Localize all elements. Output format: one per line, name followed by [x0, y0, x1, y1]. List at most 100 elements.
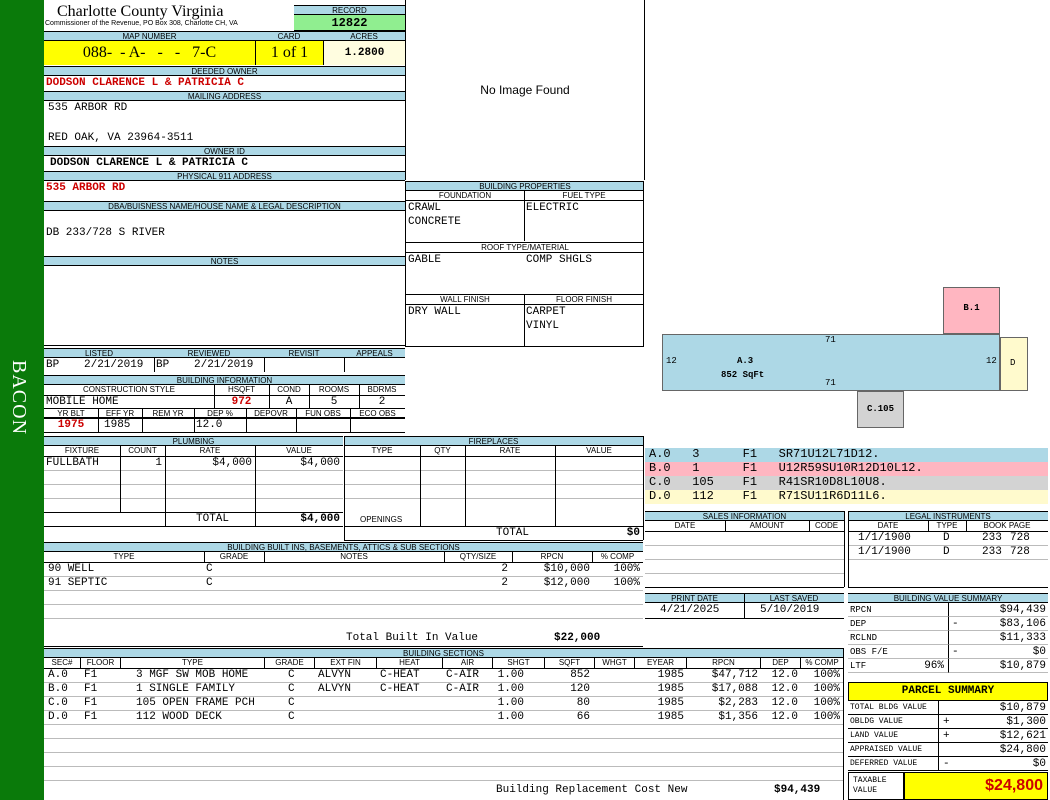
value-summary-value: $11,333 — [999, 632, 1046, 644]
sections-cell-sec: D.0 — [48, 711, 68, 723]
building-sections-header: BUILDING SECTIONS — [44, 648, 843, 658]
segment-num: 112 — [692, 489, 714, 503]
reviewed-code: BP — [156, 359, 170, 371]
floor-finish-2: VINYL — [526, 320, 560, 332]
sections-cell-heat: C-HEAT — [380, 669, 420, 681]
fireplace-rate-label: RATE — [499, 446, 521, 455]
legal-row1-book: 233 — [982, 532, 1002, 544]
plumbing-total-label: TOTAL — [196, 513, 230, 525]
sections-row-divider — [44, 780, 843, 781]
eff-yr: 1985 — [104, 419, 131, 431]
segment-floor: F1 — [742, 489, 758, 503]
building-properties-header: BUILDING PROPERTIES — [406, 181, 644, 191]
sections-cell-shgt: 1.00 — [497, 683, 524, 695]
parcel-summary-label: APPRAISED VALUE — [848, 743, 938, 757]
print-date: 4/21/2025 — [660, 604, 720, 616]
builtin-rpcn-label: RPCN — [540, 552, 564, 561]
sections-cell-heat: C-HEAT — [380, 683, 420, 695]
foundation-2: CONCRETE — [408, 216, 461, 228]
sections-column-label: TYPE — [120, 658, 264, 668]
sections-column-label: SHGT — [492, 658, 544, 668]
no-image-text: No Image Found — [480, 83, 570, 97]
notes-header: NOTES — [44, 256, 405, 266]
hsqft-label: HSQFT — [227, 385, 256, 394]
segment-code: A.0 — [649, 447, 671, 461]
sidebar: BACON — [0, 0, 44, 800]
card-header: CARD — [255, 31, 323, 41]
sketch-dim-left: 12 — [666, 356, 677, 366]
plumbing-header: PLUMBING — [44, 436, 343, 446]
last-saved-header: LAST SAVED — [744, 593, 844, 603]
parcel-summary-label: DEFERRED VALUE — [848, 757, 938, 771]
sections-row-divider — [44, 724, 843, 725]
builtin-comp-label: % COMP — [600, 552, 635, 561]
sketch-dim-top: 71 — [825, 335, 836, 345]
builtin-row2-comp: 100% — [613, 577, 640, 589]
sketch-label-d: D — [1010, 358, 1016, 368]
segment-code: B.0 — [649, 461, 671, 475]
taxable-value: $24,800 — [904, 772, 1048, 800]
building-info-header: BUILDING INFORMATION — [44, 375, 405, 385]
fireplace-total-label: TOTAL — [496, 527, 530, 539]
sections-row-divider — [44, 766, 843, 767]
sections-cell-air: C-AIR — [446, 669, 480, 681]
value-summary-table: RPCN $94,439 DEP - $83,106 RCLND $11,333 OBS F/… — [848, 603, 1048, 673]
card-number: 1 of 1 — [255, 41, 323, 65]
sections-column-label: GRADE — [264, 658, 314, 668]
mailing-address-header: MAILING ADDRESS — [44, 91, 405, 101]
segment-row: B.0 1 F1 U12R59SU10R12D10L12. — [645, 462, 1048, 476]
segment-row: A.0 3 F1 SR71U12L71D12. — [645, 448, 1048, 462]
sales-code-label: CODE — [814, 521, 839, 530]
listed-header: LISTED — [44, 348, 154, 358]
last-saved: 5/10/2019 — [760, 604, 820, 616]
value-summary-value: $83,106 — [999, 618, 1046, 630]
construction-style-label: CONSTRUCTION STYLE — [82, 385, 175, 394]
sections-cell-grade: C — [288, 711, 295, 723]
sections-row-divider — [44, 682, 843, 683]
building-sketch: B.1 D C.105 A.3 852 SqFt 71 71 12 12 — [645, 0, 1050, 448]
sections-cell-sqft: 66 — [576, 711, 590, 723]
parcel-summary-value: $0 — [1032, 758, 1046, 770]
builtin-row2-grade: C — [206, 577, 213, 589]
roof-type: GABLE — [408, 254, 442, 266]
yr-blt: 1975 — [57, 419, 85, 431]
legal-row2-type: D — [943, 546, 950, 558]
builtin-qty-label: QTY/SIZE — [459, 552, 497, 561]
sections-cell-rpcn: $1,356 — [718, 711, 758, 723]
deeded-owner-header: DEEDED OWNER — [44, 66, 405, 76]
acres-value: 1.2800 — [323, 41, 405, 65]
wall-finish: DRY WALL — [408, 306, 461, 318]
sections-cell-rpcn: $47,712 — [711, 669, 758, 681]
sketch-dim-bottom: 71 — [825, 378, 836, 388]
openings-label: OPENINGS — [360, 515, 403, 524]
sections-column-label: % COMP — [800, 658, 843, 668]
sections-column-label: EXT FIN — [314, 658, 376, 668]
replacement-cost-total: $94,439 — [774, 784, 821, 796]
sections-row-divider — [44, 710, 843, 711]
segment-path: SR71U12L71D12. — [778, 447, 880, 461]
sections-cell-ext: ALVYN — [318, 669, 352, 681]
plumbing-count: 1 — [155, 457, 162, 469]
sections-column-label: AIR — [442, 658, 492, 668]
segment-num: 105 — [692, 475, 714, 489]
sections-cell-dep: 12.0 — [771, 669, 798, 681]
segment-row: C.0 105 F1 R41SR10D8L10U8. — [645, 476, 1048, 490]
sections-cell-eyear: 1985 — [657, 683, 684, 695]
builtin-row2-type: 91 SEPTIC — [48, 577, 108, 589]
sections-cell-floor: F1 — [84, 683, 98, 695]
legal-row1-date: 1/1/1900 — [858, 532, 911, 544]
sections-cell-grade: C — [288, 697, 295, 709]
builtin-row1-rpcn: $10,000 — [543, 563, 590, 575]
segment-path: U12R59SU10R12D10L12. — [778, 461, 923, 475]
segment-path: R41SR10D8L10U8. — [778, 475, 887, 489]
legal-header: LEGAL INSTRUMENTS — [848, 511, 1048, 521]
parcel-summary-label: OBLDG VALUE — [848, 715, 938, 729]
builtin-total: $22,000 — [554, 632, 601, 644]
segment-floor: F1 — [742, 447, 758, 461]
building-sections-columns: SEC# FLOOR TYPE GRADE EXT FIN HEAT AIR SHGT SQFT… — [44, 658, 843, 668]
sales-amount-label: AMOUNT — [749, 521, 785, 530]
segment-code: C.0 — [649, 475, 671, 489]
segment-num: 3 — [692, 447, 700, 461]
builtin-row1-qty: 2 — [501, 563, 508, 575]
legal-type-label: TYPE — [936, 521, 958, 530]
